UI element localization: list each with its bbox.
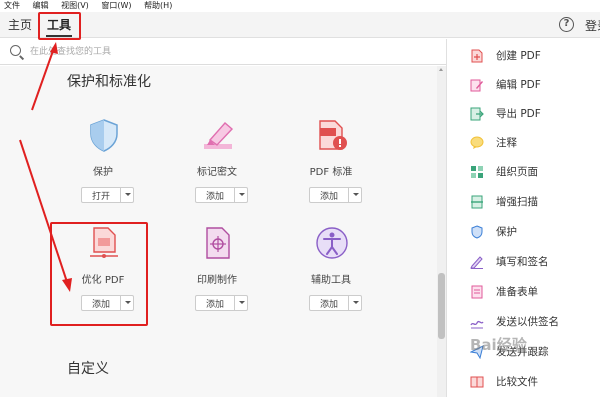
tool-print-production-add-button[interactable]: 添加 [195, 295, 248, 311]
organize-pages-icon [471, 166, 483, 178]
menu-view[interactable]: 视图(V) [61, 0, 89, 12]
shield-icon[interactable] [87, 118, 121, 152]
rpanel-item-label: 发送以供签名 [496, 316, 559, 328]
main-scrollbar[interactable] [437, 66, 446, 397]
tool-accessibility: 辅助工具 添加 [281, 226, 381, 316]
rpanel-item-organize-pages[interactable]: 组织页面 [470, 163, 590, 183]
rpanel-item-comment[interactable]: 注释 [470, 134, 590, 154]
rpanel-item-label: 编辑 PDF [496, 79, 541, 91]
button-separator [234, 188, 235, 202]
login-link[interactable]: 登录 [585, 17, 600, 34]
fill-sign-icon [470, 256, 483, 269]
rpanel-item-label: 注释 [496, 137, 517, 149]
menu-file[interactable]: 文件 [4, 0, 20, 12]
compare-icon [470, 376, 484, 388]
rpanel-item-label: 组织页面 [496, 166, 538, 178]
rpanel-item-label: 创建 PDF [496, 50, 541, 62]
tool-protect-open-button[interactable]: 打开 [81, 187, 134, 203]
button-separator [348, 296, 349, 310]
tool-protect: 保护 打开 [53, 118, 153, 208]
rpanel-item-label: 准备表单 [496, 286, 538, 298]
chevron-down-icon[interactable] [353, 193, 359, 196]
edit-pdf-icon [470, 79, 483, 92]
rpanel-item-label: 填写和签名 [496, 256, 549, 268]
tool-print-production-label: 印刷制作 [197, 275, 237, 286]
tool-pdf-standard-label: PDF 标准 [309, 167, 353, 178]
rpanel-item-label: 保护 [496, 226, 517, 238]
marker-icon[interactable] [201, 118, 235, 152]
export-pdf-icon [470, 107, 484, 121]
rpanel-item-edit-pdf[interactable]: 编辑 PDF [470, 76, 590, 96]
rpanel-item-fill-sign[interactable]: 填写和签名 [470, 253, 590, 273]
tool-accessibility-label: 辅助工具 [311, 275, 351, 286]
tool-redact-add-button[interactable]: 添加 [195, 187, 248, 203]
tool-redact-button-label: 添加 [205, 192, 224, 202]
search-input[interactable] [30, 43, 330, 61]
section-title-custom: 自定义 [67, 361, 109, 377]
annotation-box-optimize-pdf [50, 222, 148, 326]
menu-edit[interactable]: 编辑 [33, 0, 49, 12]
comment-icon [470, 136, 484, 149]
pdf-standard-icon[interactable] [315, 118, 349, 152]
watermark: Bai经验 [470, 336, 527, 354]
help-icon[interactable]: ? [559, 17, 574, 32]
search-bar [0, 39, 446, 65]
menu-window[interactable]: 窗口(W) [101, 0, 131, 12]
chevron-down-icon[interactable] [239, 301, 245, 304]
rpanel-item-compare[interactable]: 比较文件 [470, 373, 590, 393]
tool-redact: 标记密文 添加 [167, 118, 267, 208]
rpanel-item-prepare-form[interactable]: 准备表单 [470, 283, 590, 303]
tool-accessibility-button-label: 添加 [319, 300, 338, 310]
rpanel-item-enhance-scan[interactable]: 增强扫描 [470, 193, 590, 213]
accessibility-icon[interactable] [315, 226, 349, 260]
tool-pdf-standard: PDF 标准 添加 [281, 118, 381, 208]
scroll-up-arrow-icon[interactable] [439, 68, 443, 71]
section-title-protect: 保护和标准化 [67, 74, 151, 90]
tool-accessibility-add-button[interactable]: 添加 [309, 295, 362, 311]
chevron-down-icon[interactable] [125, 193, 131, 196]
search-icon [10, 45, 21, 56]
create-pdf-icon [471, 49, 483, 63]
prepare-form-icon [471, 285, 483, 299]
rpanel-item-label: 比较文件 [496, 376, 538, 388]
rpanel-item-create-pdf[interactable]: 创建 PDF [470, 47, 590, 67]
menu-bar: 文件 编辑 视图(V) 窗口(W) 帮助(H) [0, 0, 600, 12]
tool-pdf-standard-button-label: 添加 [319, 192, 338, 202]
annotation-box-tools-tab [38, 12, 81, 40]
tab-home[interactable]: 主页 [8, 16, 32, 33]
print-production-icon[interactable] [201, 226, 235, 260]
chevron-down-icon[interactable] [239, 193, 245, 196]
menu-help[interactable]: 帮助(H) [144, 0, 172, 12]
tool-protect-button-label: 打开 [91, 192, 110, 202]
rpanel-item-label: 导出 PDF [496, 108, 541, 120]
tool-print-production: 印刷制作 添加 [167, 226, 267, 316]
rpanel-item-label: 增强扫描 [496, 196, 538, 208]
tab-bar: 主页 工具 ? 登录 [0, 12, 600, 38]
enhance-scan-icon [471, 195, 483, 209]
tool-redact-label: 标记密文 [197, 167, 237, 178]
tool-print-production-button-label: 添加 [205, 300, 224, 310]
tool-pdf-standard-add-button[interactable]: 添加 [309, 187, 362, 203]
tool-protect-label: 保护 [93, 167, 113, 178]
rpanel-item-export-pdf[interactable]: 导出 PDF [470, 105, 590, 125]
rpanel-item-send-for-signature[interactable]: 发送以供签名 [470, 313, 590, 333]
chevron-down-icon[interactable] [353, 301, 359, 304]
button-separator [234, 296, 235, 310]
send-sign-icon [470, 320, 484, 329]
button-separator [120, 188, 121, 202]
scrollbar-thumb[interactable] [438, 273, 445, 339]
protect-icon [471, 225, 483, 239]
button-separator [348, 188, 349, 202]
rpanel-item-protect[interactable]: 保护 [470, 223, 590, 243]
